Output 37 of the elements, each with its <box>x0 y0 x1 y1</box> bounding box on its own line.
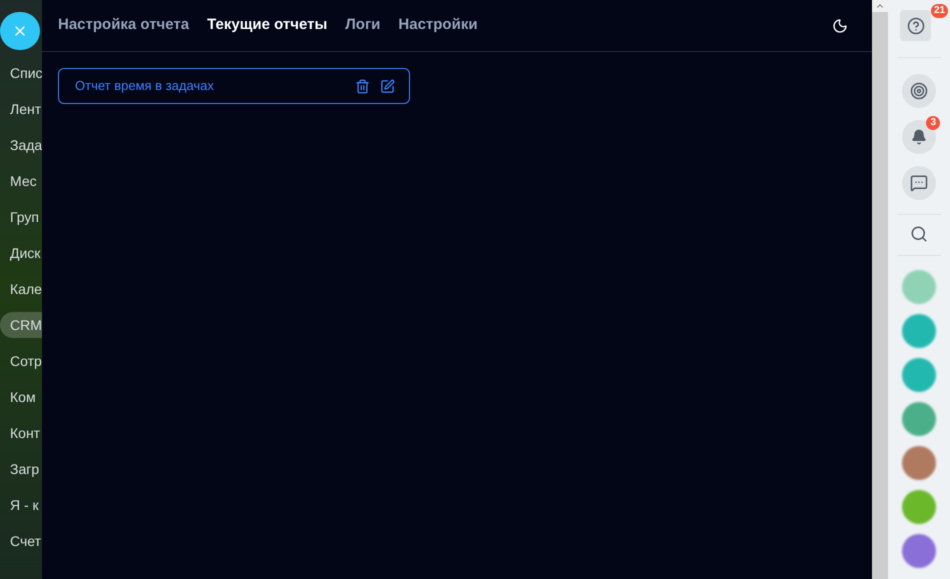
notifications-button[interactable] <box>902 120 936 154</box>
edit-icon[interactable] <box>380 78 395 94</box>
search-icon[interactable] <box>910 225 928 243</box>
delete-icon[interactable] <box>355 78 370 94</box>
avatar[interactable] <box>902 446 936 480</box>
help-button[interactable] <box>900 10 931 41</box>
chat-icon <box>910 174 928 192</box>
menu-item[interactable]: Кале <box>0 276 42 302</box>
menu-item[interactable]: Ком <box>0 384 42 410</box>
menu-item[interactable]: CRM <box>0 312 42 338</box>
menu-item[interactable]: Лент <box>0 96 42 122</box>
menu-item[interactable]: Загр <box>0 456 42 482</box>
chat-button[interactable] <box>902 166 936 200</box>
tab[interactable]: Логи <box>345 14 380 37</box>
menu-item[interactable]: Я - к <box>0 492 42 518</box>
menu-item[interactable]: Конт <box>0 420 42 446</box>
bell-icon <box>911 129 927 145</box>
report-card[interactable]: Отчет время в задачах <box>58 68 410 104</box>
report-title[interactable]: Отчет время в задачах <box>75 76 355 96</box>
menu-item[interactable]: Счет <box>0 528 42 554</box>
help-badge: 21 <box>931 4 948 18</box>
tab[interactable]: Настройки <box>398 14 478 37</box>
tab[interactable]: Настройка отчета <box>58 14 190 37</box>
avatar[interactable] <box>902 534 936 568</box>
menu-item[interactable]: Груп <box>0 204 42 230</box>
menu-item[interactable]: Спис <box>0 60 42 86</box>
close-button[interactable] <box>0 12 40 50</box>
theme-toggle-icon[interactable] <box>832 18 848 34</box>
target-button[interactable] <box>902 74 936 108</box>
target-icon <box>910 82 928 100</box>
menu-item[interactable]: Зада <box>0 132 42 158</box>
menu-item[interactable]: Мес <box>0 168 42 194</box>
menu-item[interactable]: Сотр <box>0 348 42 374</box>
help-icon <box>906 16 924 34</box>
notification-badge: 3 <box>926 116 940 130</box>
tab[interactable]: Текущие отчеты <box>207 14 328 37</box>
menu-item[interactable]: Диск <box>0 240 42 266</box>
